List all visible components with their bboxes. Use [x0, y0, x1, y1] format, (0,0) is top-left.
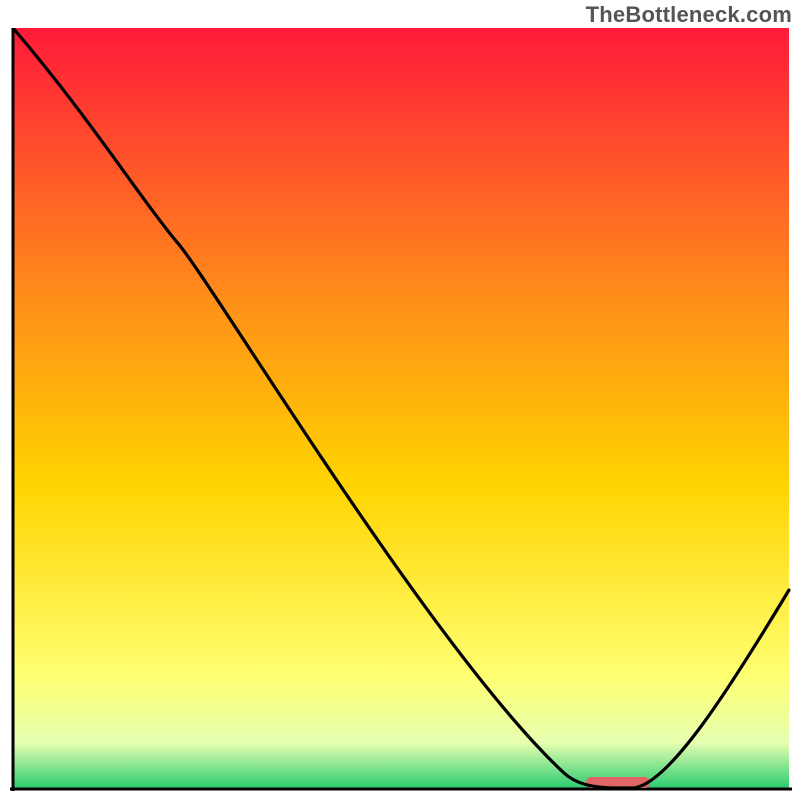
watermark-text: TheBottleneck.com: [586, 2, 792, 28]
plot-svg: [10, 28, 792, 794]
bottleneck-chart: TheBottleneck.com: [0, 0, 800, 800]
gradient-background: [13, 28, 789, 788]
